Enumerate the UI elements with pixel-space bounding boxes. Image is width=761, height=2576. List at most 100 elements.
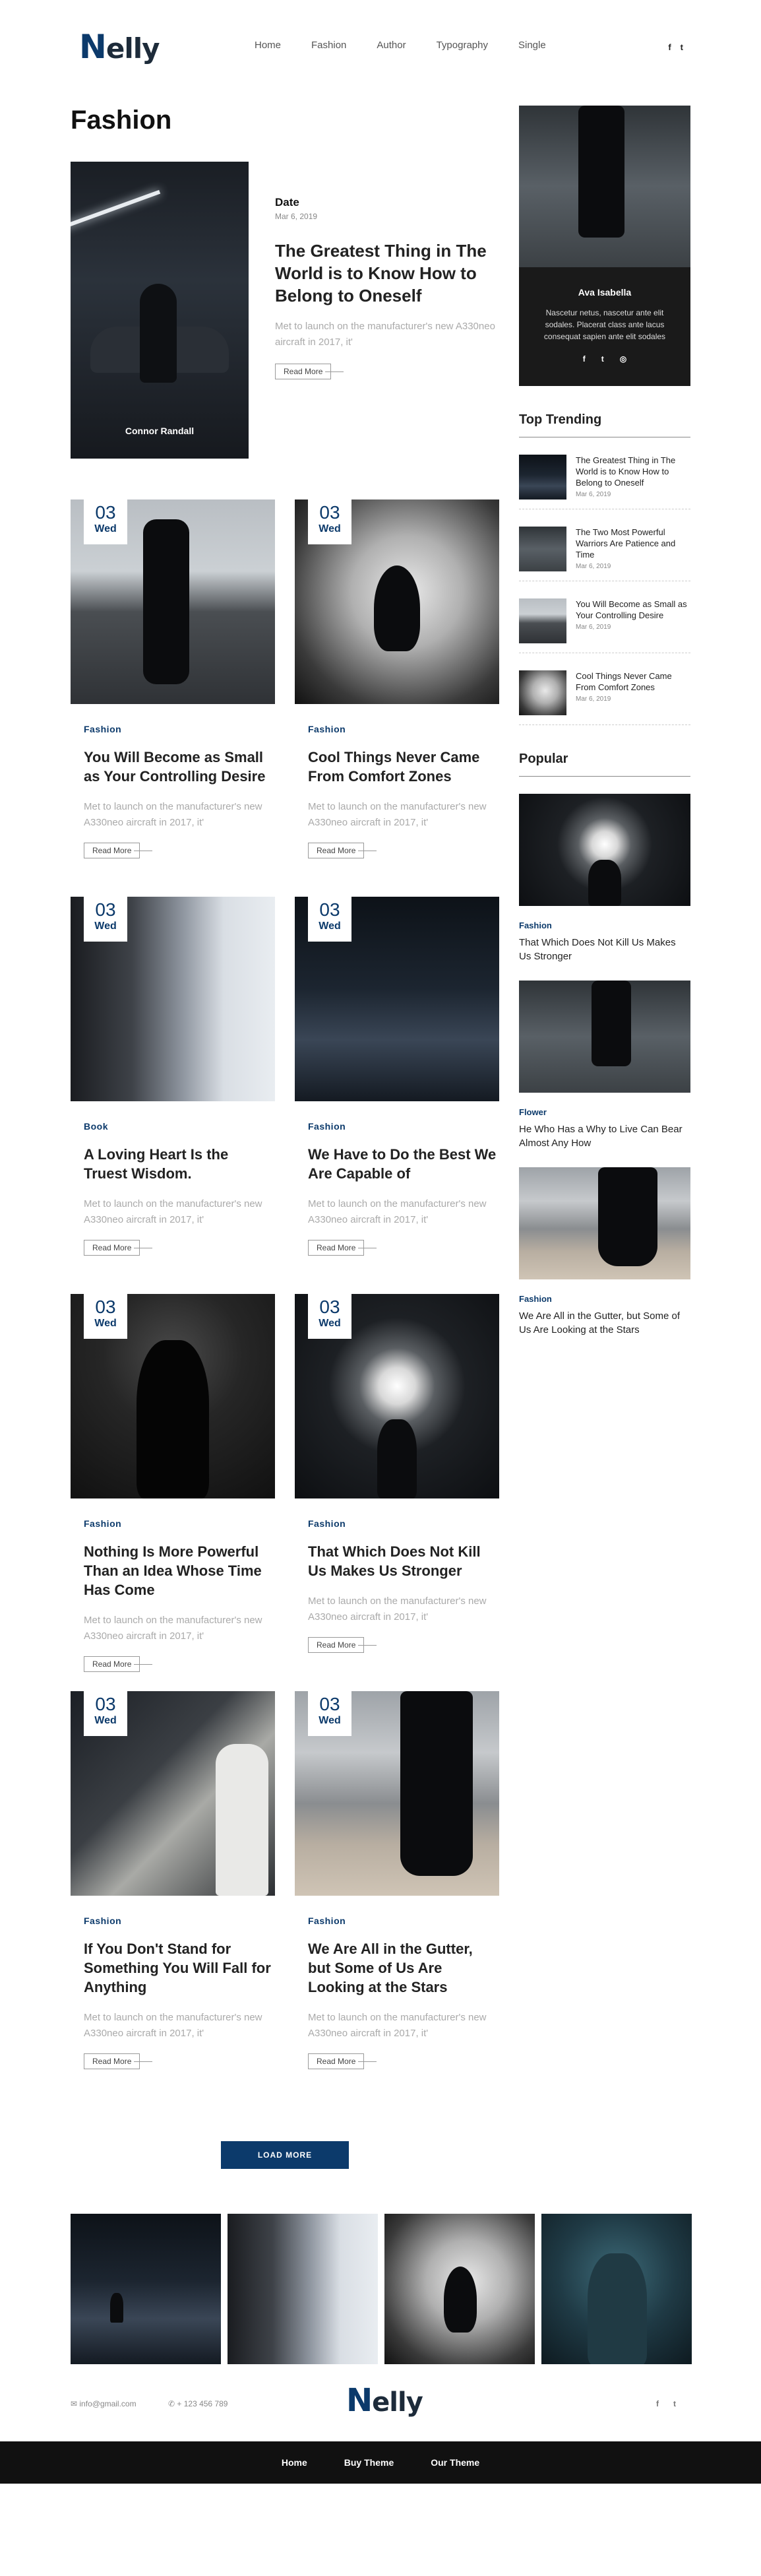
popular-title[interactable]: We Are All in the Gutter, but Some of Us… <box>519 1309 690 1337</box>
facebook-icon[interactable]: f <box>668 42 671 52</box>
post-image[interactable]: 03 Wed <box>295 499 499 704</box>
popular-category[interactable]: Flower <box>519 1107 690 1117</box>
post-category[interactable]: Fashion <box>84 1518 275 1529</box>
post-title[interactable]: If You Don't Stand for Something You Wil… <box>84 1939 275 1997</box>
footer-phone-text: + 123 456 789 <box>177 2399 228 2408</box>
twitter-icon[interactable]: t <box>681 42 683 52</box>
featured-read-more-button[interactable]: Read More <box>275 364 344 379</box>
top-trending-heading: Top Trending <box>519 412 690 437</box>
twitter-icon[interactable]: t <box>601 354 604 364</box>
badge-weekday: Wed <box>319 1318 341 1329</box>
badge-weekday: Wed <box>94 1318 117 1329</box>
instagram-icon[interactable]: ◎ <box>620 354 626 364</box>
nav-fashion[interactable]: Fashion <box>311 40 346 51</box>
post-title[interactable]: A Loving Heart Is the Truest Wisdom. <box>84 1145 275 1183</box>
footer-logo[interactable]: Nelly <box>346 2382 423 2419</box>
person-silhouette <box>110 2293 123 2323</box>
facebook-icon[interactable]: f <box>656 2399 659 2408</box>
read-more-button[interactable]: Read More <box>84 1240 153 1256</box>
post-category[interactable]: Fashion <box>84 724 275 734</box>
post-category[interactable]: Fashion <box>84 1916 275 1926</box>
popular-item[interactable]: Fashion We Are All in the Gutter, but So… <box>519 1167 690 1337</box>
date-badge: 03 Wed <box>84 1691 127 1736</box>
badge-weekday: Wed <box>319 920 341 932</box>
trending-item[interactable]: The Greatest Thing in The World is to Kn… <box>519 437 690 509</box>
footer-phone[interactable]: ✆ + 123 456 789 <box>168 2399 228 2408</box>
nav-home[interactable]: Home <box>255 40 281 51</box>
instagram-photo[interactable] <box>228 2214 378 2364</box>
trending-item[interactable]: The Two Most Powerful Warriors Are Patie… <box>519 509 690 581</box>
post-title[interactable]: Nothing Is More Powerful Than an Idea Wh… <box>84 1542 275 1599</box>
featured-title[interactable]: The Greatest Thing in The World is to Kn… <box>275 240 499 307</box>
read-more-button[interactable]: Read More <box>84 843 153 858</box>
post-excerpt: Met to launch on the manufacturer's new … <box>84 1615 262 1642</box>
post-image[interactable]: 03 Wed <box>295 1691 499 1896</box>
trending-date: Mar 6, 2019 <box>576 624 611 631</box>
post-title[interactable]: We Have to Do the Best We Are Capable of <box>308 1145 499 1183</box>
footer-link-our-theme[interactable]: Our Theme <box>431 2457 479 2468</box>
gimbal-shape <box>143 519 189 684</box>
dancer-shape <box>444 2267 477 2333</box>
popular-item[interactable]: Fashion That Which Does Not Kill Us Make… <box>519 794 690 963</box>
post-excerpt: Met to launch on the manufacturer's new … <box>84 801 262 828</box>
read-more-button[interactable]: Read More <box>308 2053 377 2069</box>
read-more-button[interactable]: Read More <box>84 2053 153 2069</box>
nav-author[interactable]: Author <box>377 40 406 51</box>
featured-caption: Connor Randall <box>125 426 195 436</box>
post-category[interactable]: Book <box>84 1121 275 1132</box>
twitter-icon[interactable]: t <box>673 2399 676 2408</box>
popular-category[interactable]: Fashion <box>519 920 690 930</box>
popular-item[interactable]: Flower He Who Has a Why to Live Can Bear… <box>519 981 690 1150</box>
post-image[interactable]: 03 Wed <box>295 897 499 1101</box>
instagram-photo[interactable] <box>384 2214 535 2364</box>
post-image[interactable]: 03 Wed <box>71 897 275 1101</box>
badge-day: 03 <box>319 899 340 920</box>
date-badge: 03 Wed <box>84 897 127 942</box>
popular-category[interactable]: Fashion <box>519 1294 690 1304</box>
site-logo[interactable]: Nelly <box>79 28 160 66</box>
instagram-photo[interactable] <box>541 2214 692 2364</box>
read-more-button[interactable]: Read More <box>308 843 377 858</box>
post-category[interactable]: Fashion <box>308 724 499 734</box>
footer-email[interactable]: ✉ info@gmail.com <box>71 2399 137 2408</box>
post-title[interactable]: You Will Become as Small as Your Control… <box>84 748 275 786</box>
instagram-photo[interactable] <box>71 2214 221 2364</box>
sidebar: Ava Isabella Nascetur netus, nascetur an… <box>519 106 690 1337</box>
header-social: f t <box>668 42 683 52</box>
post-title[interactable]: Cool Things Never Came From Comfort Zone… <box>308 748 499 786</box>
post-category[interactable]: Fashion <box>308 1916 499 1926</box>
badge-weekday: Wed <box>319 523 341 534</box>
post-image[interactable]: 03 Wed <box>295 1294 499 1498</box>
facebook-icon[interactable]: f <box>583 354 586 364</box>
date-badge: 03 Wed <box>308 1691 351 1736</box>
post-image[interactable]: 03 Wed <box>71 1691 275 1896</box>
post-title[interactable]: We Are All in the Gutter, but Some of Us… <box>308 1939 499 1997</box>
footer-link-home[interactable]: Home <box>282 2457 307 2468</box>
trending-item[interactable]: Cool Things Never Came From Comfort Zone… <box>519 653 690 725</box>
trending-item[interactable]: You Will Become as Small as Your Control… <box>519 581 690 653</box>
post-category[interactable]: Fashion <box>308 1518 499 1529</box>
post-image[interactable]: 03 Wed <box>71 499 275 704</box>
footer-link-buy-theme[interactable]: Buy Theme <box>344 2457 394 2468</box>
read-more-button[interactable]: Read More <box>308 1637 377 1653</box>
post-card: 03 Wed Fashion We Have to Do the Best We … <box>295 897 499 1294</box>
post-card: 03 Wed Fashion You Will Become as Small a… <box>71 499 275 897</box>
footer-top: ✉ info@gmail.com ✆ + 123 456 789 Nelly f… <box>0 2382 761 2428</box>
load-more-button[interactable]: LOAD MORE <box>221 2141 349 2169</box>
post-excerpt: Met to launch on the manufacturer's new … <box>84 1198 262 1225</box>
read-more-button[interactable]: Read More <box>84 1656 153 1672</box>
post-category[interactable]: Fashion <box>308 1121 499 1132</box>
phone-icon: ✆ <box>168 2399 177 2408</box>
profile-bio: Nascetur netus, nascetur ante elit sodal… <box>543 308 666 341</box>
popular-title[interactable]: He Who Has a Why to Live Can Bear Almost… <box>519 1122 690 1150</box>
page: Nelly Home Fashion Author Typography Sin… <box>0 0 761 2484</box>
trending-date: Mar 6, 2019 <box>576 695 611 703</box>
post-image[interactable]: 03 Wed <box>71 1294 275 1498</box>
post-title[interactable]: That Which Does Not Kill Us Makes Us Str… <box>308 1542 499 1580</box>
badge-weekday: Wed <box>94 523 117 534</box>
popular-title[interactable]: That Which Does Not Kill Us Makes Us Str… <box>519 936 690 963</box>
nav-single[interactable]: Single <box>518 40 546 51</box>
featured-image[interactable]: Connor Randall <box>71 162 249 459</box>
read-more-button[interactable]: Read More <box>308 1240 377 1256</box>
nav-typography[interactable]: Typography <box>437 40 488 51</box>
